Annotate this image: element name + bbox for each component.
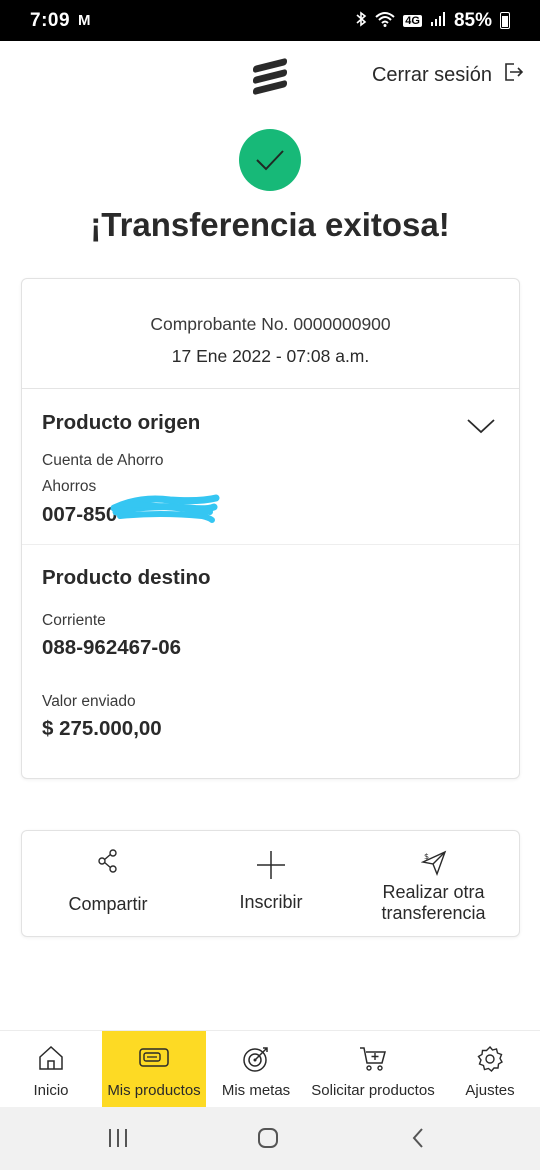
redaction-scribble (110, 490, 220, 531)
destination-account-type: Corriente (42, 612, 106, 629)
send-money-icon: $ (420, 850, 447, 881)
nav-label-inicio: Inicio (33, 1082, 69, 1099)
origin-account-subtype: Ahorros (42, 478, 97, 495)
origin-title: Producto origen (42, 411, 201, 434)
logout-button[interactable]: Cerrar sesión (372, 61, 524, 89)
another-transfer-label: Realizar otra transferencia (348, 882, 519, 924)
gear-icon (476, 1045, 504, 1078)
share-button[interactable]: Compartir (22, 831, 194, 938)
origin-account-number: 007-850 (42, 503, 118, 526)
receipt-date: 17 Ene 2022 - 07:08 a.m. (171, 346, 370, 366)
nav-item-ajustes[interactable]: Ajustes (440, 1031, 540, 1108)
success-check-icon (239, 129, 301, 191)
status-indicators: 4G 85% (355, 10, 510, 32)
chevron-down-icon[interactable] (467, 418, 495, 439)
receipt-header: Comprobante No. 0000000900 17 Ene 2022 -… (22, 279, 519, 389)
origin-account-type: Cuenta de Ahorro (42, 452, 164, 469)
cart-plus-icon (359, 1045, 387, 1078)
share-icon (97, 849, 119, 878)
bluetooth-icon (355, 10, 367, 31)
another-transfer-line2: transferencia (381, 903, 486, 923)
svg-text:$: $ (424, 852, 429, 861)
share-label: Compartir (68, 894, 148, 914)
nav-label-ajustes: Ajustes (465, 1082, 515, 1099)
system-navigation-bar (0, 1107, 540, 1170)
nav-item-mis-productos[interactable]: Mis productos (102, 1031, 206, 1108)
status-bar: 7:09 M 4G 85% (0, 0, 540, 41)
nav-item-inicio[interactable]: Inicio (0, 1031, 102, 1108)
signal-icon (430, 11, 446, 31)
app-header: Cerrar sesión (0, 41, 540, 111)
receipt-number: Comprobante No. 0000000900 (150, 314, 391, 334)
wifi-icon (375, 11, 395, 31)
another-transfer-button[interactable]: $ Realizar otra transferencia (348, 831, 519, 938)
plus-icon (256, 850, 286, 885)
target-icon (242, 1045, 270, 1078)
home-button-icon[interactable] (257, 1127, 279, 1154)
destination-account-number: 088-962467-06 (42, 636, 182, 659)
gmail-icon: M (78, 12, 91, 29)
logout-label: Cerrar sesión (371, 63, 492, 86)
network-type-icon: 4G (403, 14, 422, 27)
destination-title: Producto destino (42, 566, 211, 589)
origin-section[interactable]: Producto origen Cuenta de Ahorro Ahorros… (22, 390, 519, 545)
nav-label-mis-productos: Mis productos (107, 1082, 201, 1099)
actions-card: Compartir Inscribir $ Realizar otra tran… (21, 830, 520, 937)
enroll-label: Inscribir (239, 892, 303, 912)
nav-item-mis-metas[interactable]: Mis metas (206, 1031, 306, 1108)
nav-label-solicitar-productos: Solicitar productos (311, 1082, 435, 1099)
receipt-card: Comprobante No. 0000000900 17 Ene 2022 -… (21, 278, 520, 779)
success-title: ¡Transferencia exitosa! (90, 206, 450, 243)
amount-value: $ 275.000,00 (42, 717, 162, 740)
home-icon (38, 1045, 64, 1076)
enroll-button[interactable]: Inscribir (194, 831, 348, 938)
recent-apps-icon[interactable] (107, 1127, 129, 1154)
back-icon[interactable] (410, 1127, 426, 1154)
status-time: 7:09 (30, 9, 71, 31)
bank-logo (253, 57, 289, 96)
battery-percent: 85% (453, 9, 492, 31)
nav-item-solicitar-productos[interactable]: Solicitar productos (306, 1031, 440, 1108)
another-transfer-line1: Realizar otra (382, 882, 485, 902)
nav-label-mis-metas: Mis metas (221, 1082, 291, 1099)
amount-label: Valor enviado (42, 693, 136, 710)
wallet-icon (138, 1045, 170, 1074)
battery-icon (500, 12, 510, 29)
bottom-navigation: Inicio Mis productos Mis metas Solicitar… (0, 1030, 540, 1108)
logout-icon (502, 61, 524, 89)
